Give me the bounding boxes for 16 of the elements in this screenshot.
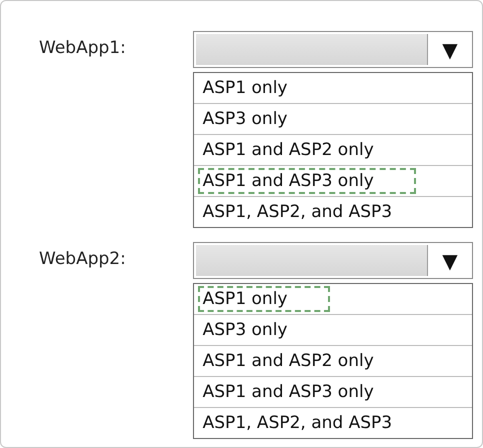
dropdown-option[interactable]: ASP1 and ASP3 only [198, 168, 416, 194]
dropdown-option[interactable]: ASP1 and ASP2 only [198, 348, 379, 374]
dropdown-option[interactable]: ASP1, ASP2, and ASP3 [198, 199, 398, 225]
dropdown-option[interactable]: ASP3 only [198, 106, 292, 132]
dropdown-field[interactable]: ▼ [192, 31, 473, 68]
dropdown-option[interactable]: ASP3 only [198, 317, 292, 343]
field-label: WebApp2: [39, 248, 127, 271]
field-label: WebApp1: [39, 37, 127, 60]
dropdown-option[interactable]: ASP1 only [198, 286, 330, 312]
dropdown-field[interactable]: ▼ [192, 242, 473, 279]
dropdown-option[interactable]: ASP1 and ASP3 only [198, 379, 379, 405]
dropdown-button[interactable]: ▼ [428, 32, 472, 67]
dropdown-button[interactable]: ▼ [428, 243, 472, 278]
dropdown-option[interactable]: ASP1 and ASP2 only [198, 137, 379, 163]
dropdown-option[interactable]: ASP1, ASP2, and ASP3 [198, 410, 398, 436]
dropdown-option[interactable]: ASP1 only [198, 75, 292, 101]
